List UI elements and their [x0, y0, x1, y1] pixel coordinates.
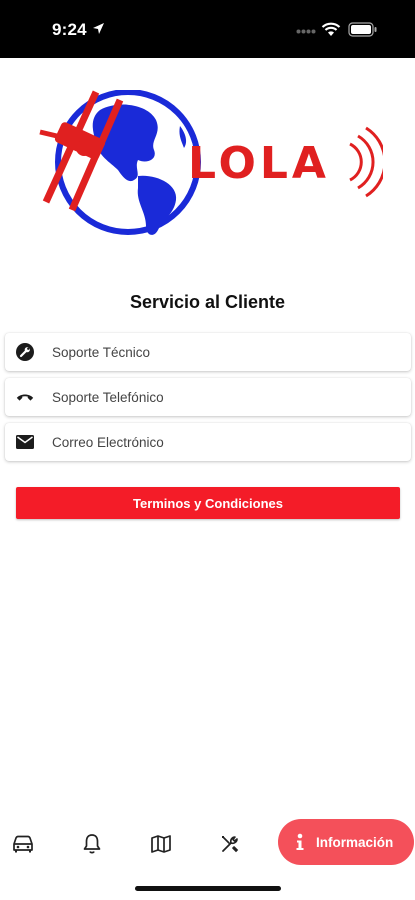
- car-icon: [13, 835, 33, 853]
- wifi-icon: [321, 22, 341, 36]
- nav-notifications[interactable]: [80, 832, 104, 856]
- terms-conditions-button[interactable]: Terminos y Condiciones: [16, 487, 400, 519]
- bell-icon: [83, 834, 101, 854]
- mail-icon: [15, 432, 35, 452]
- email-support-item[interactable]: Correo Electrónico: [5, 423, 411, 461]
- nav-map[interactable]: [149, 832, 173, 856]
- card-label: Correo Electrónico: [52, 434, 164, 450]
- wrench-icon: [15, 342, 35, 362]
- tools-icon: [222, 836, 239, 853]
- map-icon: [151, 835, 171, 853]
- phone-icon: [15, 387, 35, 407]
- battery-icon: [348, 22, 377, 37]
- signal-waves-icon: [349, 126, 383, 198]
- signal-dots-icon: [296, 29, 316, 34]
- section-title: Servicio al Cliente: [129, 292, 286, 312]
- card-label: Soporte Telefónico: [52, 389, 164, 405]
- location-arrow-icon: [93, 23, 104, 34]
- tech-support-item[interactable]: Soporte Técnico: [5, 333, 411, 371]
- card-label: Soporte Técnico: [52, 344, 151, 360]
- nav-tools[interactable]: [218, 832, 242, 856]
- nav-information-label: Información: [316, 834, 394, 850]
- home-indicator: [135, 886, 281, 891]
- south-america-shape: [137, 175, 177, 235]
- lola-logo: LOLA: [39, 90, 383, 235]
- status-time: 9:24: [52, 20, 87, 39]
- info-icon: [294, 833, 306, 851]
- phone-support-item[interactable]: Soporte Telefónico: [5, 378, 411, 416]
- bottom-nav: Información: [0, 812, 415, 870]
- logo-text: LOLA: [188, 138, 330, 189]
- nav-vehicles[interactable]: [11, 832, 35, 856]
- status-bar: 9:24: [0, 0, 415, 58]
- nav-information[interactable]: Información: [278, 819, 414, 865]
